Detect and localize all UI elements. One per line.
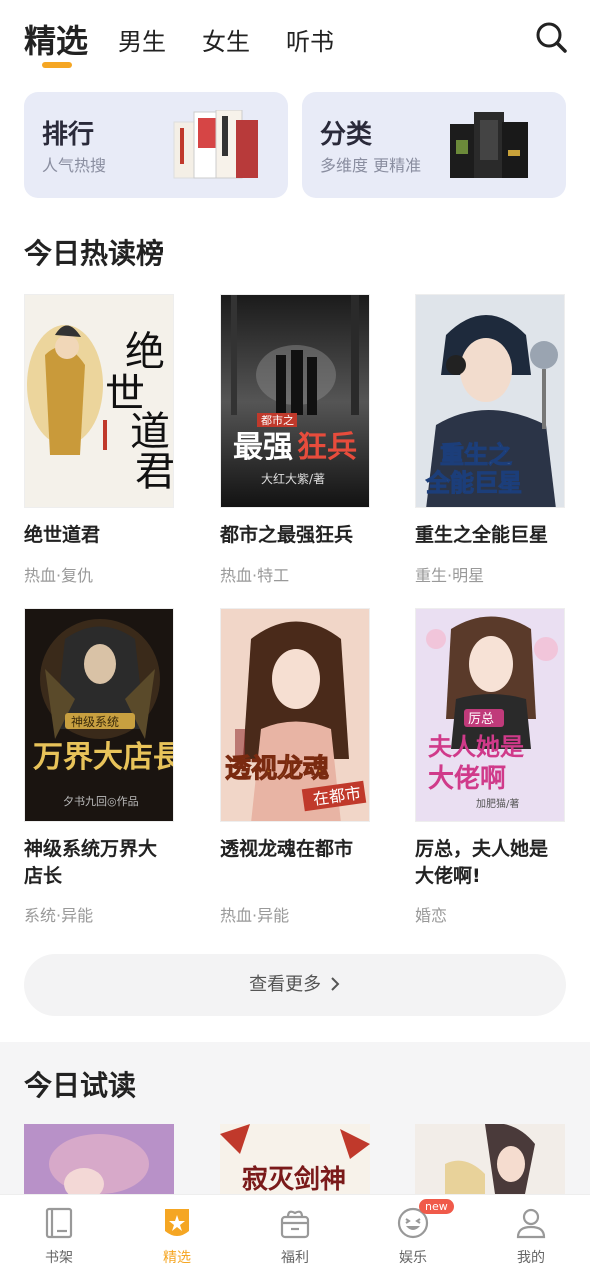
book-cover[interactable]: 绝 世 道 君 bbox=[24, 294, 174, 508]
nav-label: 我的 bbox=[517, 1250, 545, 1266]
ranking-title: 排行 bbox=[42, 120, 95, 150]
new-badge: new bbox=[419, 1199, 454, 1214]
ranking-card[interactable]: 排行 人气热搜 bbox=[24, 92, 288, 198]
tab-audiobook[interactable]: 听书 bbox=[286, 22, 334, 57]
view-more-button[interactable]: 查看更多 bbox=[24, 954, 566, 1016]
nav-bookshelf[interactable]: 书架 bbox=[19, 1205, 99, 1267]
svg-text:透视龙魂: 透视龙魂 bbox=[225, 754, 329, 784]
trial-section: 今日试读 寂灭剑神 bbox=[0, 1042, 590, 1194]
featured-star-icon bbox=[165, 1209, 189, 1236]
tab-male[interactable]: 男生 bbox=[118, 22, 166, 57]
svg-text:万界大店長: 万界大店長 bbox=[33, 740, 174, 775]
nav-benefits[interactable]: 福利 bbox=[255, 1205, 335, 1267]
trial-book-cover[interactable] bbox=[24, 1124, 174, 1194]
book-title[interactable]: 透视龙魂在都市 bbox=[220, 836, 370, 863]
book-tags: 系统·异能 bbox=[24, 906, 94, 925]
category-card[interactable]: 分类 多维度 更精准 bbox=[302, 92, 566, 198]
book-tags: 热血·特工 bbox=[220, 566, 290, 585]
book-tags: 热血·复仇 bbox=[24, 566, 94, 585]
svg-text:神级系统: 神级系统 bbox=[71, 715, 119, 729]
svg-text:都市之: 都市之 bbox=[261, 413, 294, 427]
active-tab-indicator bbox=[42, 62, 72, 68]
tab-female[interactable]: 女生 bbox=[202, 22, 250, 57]
trial-section-title: 今日试读 bbox=[24, 1069, 137, 1102]
tab-featured[interactable]: 精选 bbox=[24, 16, 88, 62]
svg-text:夫人她是: 夫人她是 bbox=[428, 733, 524, 761]
nav-label: 书架 bbox=[45, 1250, 73, 1266]
nav-entertainment[interactable]: new 娱乐 bbox=[373, 1199, 454, 1267]
svg-text:寂灭剑神: 寂灭剑神 bbox=[242, 1164, 346, 1194]
svg-text:夕书九回◎作品: 夕书九回◎作品 bbox=[63, 795, 139, 808]
top-tab-bar: 精选 男生 女生 听书 bbox=[0, 0, 590, 80]
book-title[interactable]: 重生之全能巨星 bbox=[415, 522, 565, 549]
book-cover[interactable]: 透视龙魂 在都市 bbox=[220, 608, 370, 822]
view-more-label: 查看更多 bbox=[249, 974, 322, 995]
nav-label: 精选 bbox=[163, 1250, 191, 1266]
category-title: 分类 bbox=[320, 120, 373, 150]
book-tags: 热血·异能 bbox=[220, 906, 290, 925]
svg-text:绝: 绝 bbox=[125, 329, 165, 375]
bottom-nav: 书架 精选 福利 new 娱乐 我的 bbox=[0, 1194, 590, 1280]
nav-label: 娱乐 bbox=[399, 1250, 427, 1266]
book-cover[interactable]: 都市之 最强 狂兵 大红大紫/著 bbox=[220, 294, 370, 508]
ranking-books-illustration bbox=[173, 110, 258, 179]
svg-text:狂兵: 狂兵 bbox=[297, 430, 357, 465]
book-title[interactable]: 绝世道君 bbox=[24, 522, 174, 549]
svg-text:君: 君 bbox=[135, 449, 174, 495]
chevron-right-icon bbox=[331, 977, 340, 991]
search-button[interactable] bbox=[534, 20, 568, 54]
book-cover[interactable]: 神级系统 万界大店長 夕书九回◎作品 bbox=[24, 608, 174, 822]
book-tags: 重生·明星 bbox=[415, 566, 485, 585]
nav-profile[interactable]: 我的 bbox=[491, 1205, 571, 1267]
svg-text:全能巨星: 全能巨星 bbox=[425, 469, 522, 497]
book-title[interactable]: 厉总，夫人她是大佬啊! bbox=[415, 836, 565, 890]
ranking-subtitle: 人气热搜 bbox=[42, 156, 107, 175]
gift-icon bbox=[280, 1210, 310, 1239]
category-books-illustration bbox=[450, 112, 528, 178]
svg-text:重生之: 重生之 bbox=[440, 441, 512, 469]
nav-featured[interactable]: 精选 bbox=[137, 1205, 217, 1267]
trial-book-cover[interactable]: 寂灭剑神 bbox=[220, 1124, 370, 1194]
nav-label: 福利 bbox=[281, 1250, 309, 1266]
search-icon bbox=[536, 22, 567, 53]
svg-text:加肥猫/著: 加肥猫/著 bbox=[476, 797, 519, 810]
bookshelf-icon bbox=[45, 1207, 73, 1239]
hot-reading-title: 今日热读榜 bbox=[24, 237, 165, 270]
book-title[interactable]: 神级系统万界大店长 bbox=[24, 836, 174, 890]
book-cover[interactable]: 厉总 夫人她是 大佬啊 加肥猫/著 bbox=[415, 608, 565, 822]
user-icon bbox=[516, 1208, 546, 1239]
book-title[interactable]: 都市之最强狂兵 bbox=[220, 522, 370, 549]
book-tags: 婚恋 bbox=[415, 906, 448, 925]
svg-text:大红大紫/著: 大红大紫/著 bbox=[261, 471, 325, 486]
category-subtitle: 多维度 更精准 bbox=[320, 156, 422, 175]
svg-text:最强: 最强 bbox=[233, 430, 293, 465]
trial-book-cover[interactable] bbox=[415, 1124, 565, 1194]
book-cover[interactable]: 重生之 全能巨星 bbox=[415, 294, 565, 508]
svg-text:厉总: 厉总 bbox=[468, 712, 494, 727]
svg-text:大佬啊: 大佬啊 bbox=[428, 764, 506, 794]
